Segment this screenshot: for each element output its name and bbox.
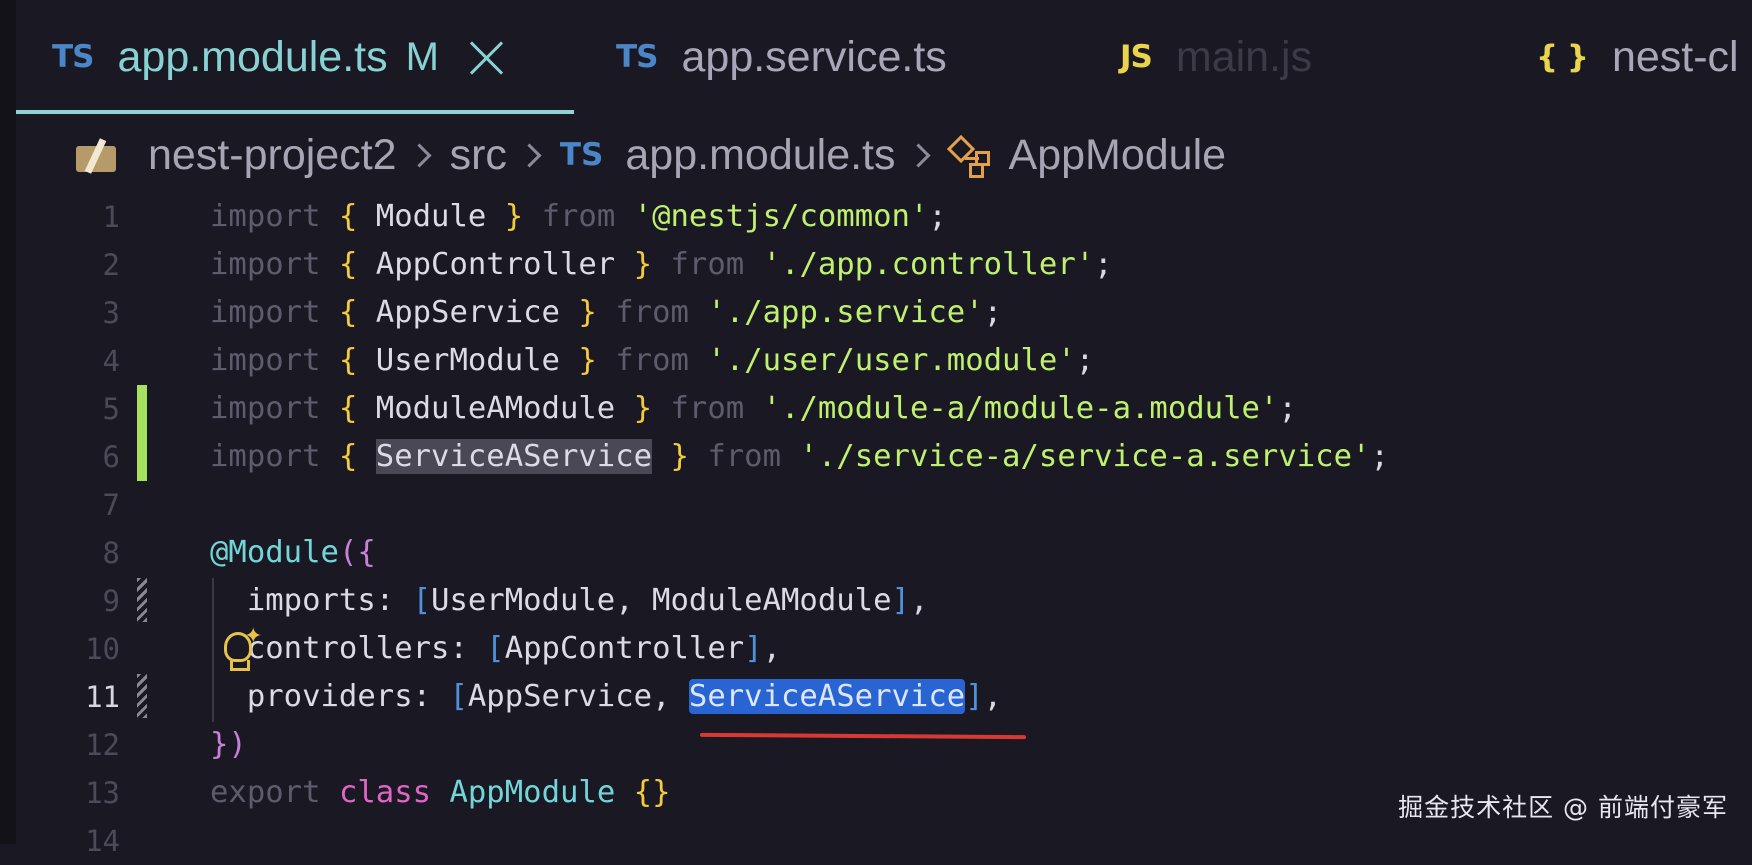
tab-app-service-ts[interactable]: TS app.service.ts — [616, 0, 947, 114]
breadcrumb-file[interactable]: app.module.ts — [625, 131, 895, 180]
tab-label: app.service.ts — [681, 32, 947, 81]
code-line: 11 providers: [AppService, ServiceAServi… — [0, 673, 1752, 721]
breadcrumb-folder[interactable]: nest-project2 — [148, 131, 397, 180]
code-line: 3 import { AppService } from './app.serv… — [0, 289, 1752, 337]
line-number: 7 — [102, 488, 120, 522]
code-line: 9 imports: [UserModule, ModuleAModule], — [0, 577, 1752, 625]
line-number: 9 — [102, 584, 120, 618]
close-tab-icon[interactable] — [469, 39, 505, 75]
editor-tab-bar: TS app.module.ts M TS app.service.ts JS … — [16, 0, 1752, 114]
code-line: 14 — [0, 817, 1752, 865]
tab-label: app.module.ts — [117, 32, 388, 81]
tab-nest-cli-json[interactable]: { } nest-cl — [1536, 0, 1739, 114]
line-number: 10 — [85, 632, 120, 666]
breadcrumb-symbol[interactable]: AppModule — [1009, 131, 1227, 180]
json-file-icon: { } — [1536, 39, 1589, 75]
word-highlight: ServiceAService — [375, 439, 653, 474]
code-line: 2 import { AppController } from './app.c… — [0, 241, 1752, 289]
tab-label: nest-cl — [1611, 32, 1739, 81]
line-number: 3 — [102, 296, 120, 330]
typescript-file-icon: TS — [616, 39, 658, 75]
code-line: 12 }) — [0, 721, 1752, 769]
line-number: 1 — [102, 200, 120, 234]
folder-icon — [76, 138, 116, 174]
tab-main-js[interactable]: JS main.js — [1120, 0, 1312, 114]
typescript-file-icon: TS — [52, 39, 94, 75]
breadcrumb-dir[interactable]: src — [450, 131, 507, 180]
code-line: 7 — [0, 481, 1752, 529]
line-number: 2 — [102, 248, 120, 282]
line-number: 6 — [102, 440, 120, 474]
line-number: 5 — [102, 392, 120, 426]
typescript-file-icon: TS — [559, 137, 604, 173]
line-number: 8 — [102, 536, 120, 570]
modified-indicator: M — [405, 34, 439, 79]
line-number: 14 — [85, 824, 120, 858]
tab-label: main.js — [1175, 32, 1313, 81]
line-number: 13 — [85, 776, 120, 810]
code-line: 8 @Module({ — [0, 529, 1752, 577]
breadcrumb: nest-project2 src TS app.module.ts AppMo… — [0, 122, 1752, 188]
chevron-right-icon — [517, 142, 542, 168]
code-line: 6 import { ServiceAService } from './ser… — [0, 433, 1752, 481]
lightbulb-icon[interactable]: ✦ — [222, 624, 262, 672]
code-line: 4 import { UserModule } from './user/use… — [0, 337, 1752, 385]
chevron-right-icon — [407, 142, 432, 168]
code-line: 10 controllers: [AppController], — [0, 625, 1752, 673]
selected-text: ServiceAService — [688, 679, 966, 714]
chevron-right-icon — [905, 142, 931, 168]
javascript-file-icon: JS — [1120, 39, 1153, 75]
code-line: 5 import { ModuleAModule } from './modul… — [0, 385, 1752, 433]
watermark: 掘金技术社区 @ 前端付豪军 — [1398, 793, 1728, 822]
module-symbol-icon — [946, 133, 995, 178]
line-number: 12 — [85, 728, 120, 762]
code-line: 1 import { Module } from '@nestjs/common… — [0, 193, 1752, 241]
tab-app-module-ts[interactable]: TS app.module.ts M — [16, 0, 574, 114]
line-number: 4 — [102, 344, 120, 378]
line-number-current: 11 — [85, 680, 120, 714]
